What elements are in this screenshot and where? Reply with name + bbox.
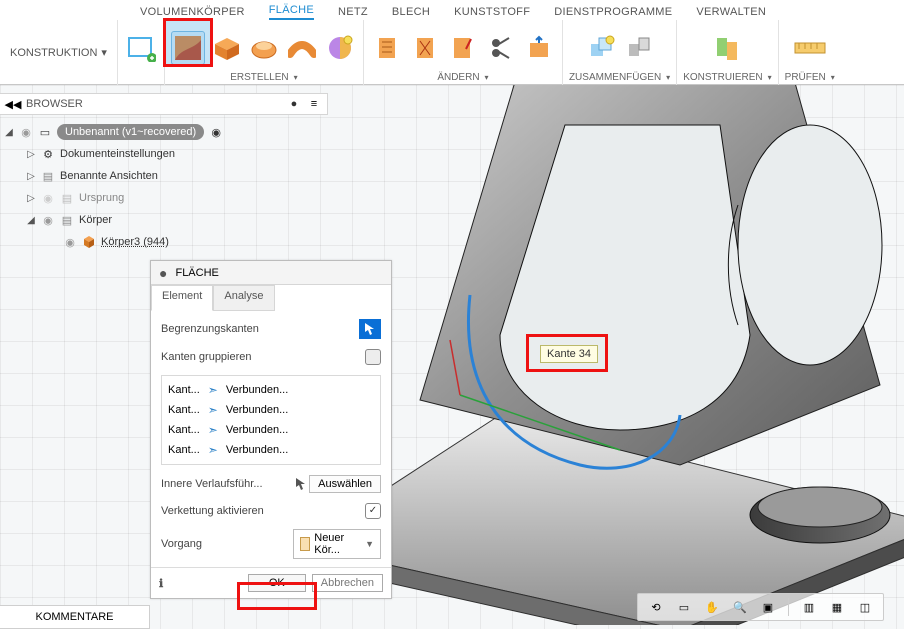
sweep-tool[interactable] bbox=[285, 31, 319, 65]
folder-icon: ▤ bbox=[41, 169, 55, 183]
pan-icon[interactable]: ✋ bbox=[702, 598, 722, 616]
gear-icon: ⚙ bbox=[41, 147, 55, 161]
group-zusammen-label[interactable]: ZUSAMMENFÜGEN bbox=[569, 72, 670, 83]
patch-panel: ● FLÄCHE Element Analyse Begrenzungskant… bbox=[150, 260, 392, 599]
operation-label: Vorgang bbox=[161, 538, 202, 550]
folder-icon: ▤ bbox=[60, 213, 74, 227]
ribbon-tab-kunststoff[interactable]: KUNSTSTOFF bbox=[454, 4, 530, 20]
tree-caret[interactable]: ◢ bbox=[4, 127, 14, 138]
chain-icon: ➣ bbox=[208, 403, 218, 417]
view-toolbar: ⟲ ▭ ✋ 🔍 ▣ ▥ ▦ ◫ bbox=[637, 593, 884, 621]
chain-icon: ➣ bbox=[208, 443, 218, 457]
tree-item-bodies[interactable]: Körper bbox=[79, 214, 112, 226]
comments-bar[interactable]: KOMMENTARE bbox=[0, 605, 150, 629]
visibility-icon[interactable]: ◉ bbox=[63, 235, 77, 249]
modify-tool-5[interactable] bbox=[522, 31, 556, 65]
zoom-icon[interactable]: 🔍 bbox=[730, 598, 750, 616]
highlight-ok bbox=[237, 582, 317, 610]
3d-model[interactable] bbox=[320, 85, 904, 625]
tree-caret[interactable]: ▷ bbox=[26, 149, 36, 160]
group-erstellen-label[interactable]: ERSTELLEN bbox=[230, 72, 297, 83]
panel-pin-icon[interactable]: ● bbox=[159, 265, 167, 281]
ribbon-tab-verwalten[interactable]: VERWALTEN bbox=[696, 4, 766, 20]
cursor-icon bbox=[295, 477, 307, 491]
inner-label: Innere Verlaufsführ... bbox=[161, 478, 263, 490]
assemble-tool-1[interactable] bbox=[584, 31, 618, 65]
doc-icon: ▭ bbox=[38, 125, 52, 139]
browser-menu-icon[interactable]: ≡ bbox=[307, 97, 321, 111]
tree-caret[interactable]: ◢ bbox=[26, 215, 36, 226]
panel-title: FLÄCHE bbox=[175, 267, 218, 279]
chain-icon: ➣ bbox=[208, 383, 218, 397]
chain-list: Kant...➣Verbunden... Kant...➣Verbunden..… bbox=[161, 375, 381, 465]
display-icon[interactable]: ▥ bbox=[799, 598, 819, 616]
body-icon bbox=[82, 235, 96, 249]
active-radio-icon[interactable]: ◉ bbox=[209, 125, 223, 139]
chain-checkbox[interactable] bbox=[365, 503, 381, 519]
select-inner-button[interactable]: Auswählen bbox=[309, 475, 381, 493]
group-konstruieren-label[interactable]: KONSTRUIEREN bbox=[683, 72, 771, 83]
construction-dropdown[interactable]: KONSTRUKTION ▾ bbox=[0, 20, 117, 85]
visibility-icon[interactable]: ◉ bbox=[41, 191, 55, 205]
highlight-tooltip bbox=[526, 334, 608, 372]
orbit-icon[interactable]: ⟲ bbox=[646, 598, 666, 616]
browser-tree: ◢ ◉ ▭ Unbenannt (v1~recovered) ◉ ▷ ⚙ Dok… bbox=[0, 115, 328, 253]
group-label bbox=[140, 72, 143, 83]
viewports-icon[interactable]: ◫ bbox=[855, 598, 875, 616]
construct-tool[interactable] bbox=[710, 31, 744, 65]
measure-tool[interactable] bbox=[793, 31, 827, 65]
boundary-label: Begrenzungskanten bbox=[161, 323, 259, 335]
chain-row[interactable]: Kant...➣Verbunden... bbox=[162, 400, 380, 420]
chain-label: Verkettung aktivieren bbox=[161, 505, 264, 517]
modify-tool-3[interactable] bbox=[446, 31, 480, 65]
ribbon: VOLUMENKÖRPER FLÄCHE NETZ BLECH KUNSTSTO… bbox=[0, 0, 904, 85]
select-boundary-button[interactable] bbox=[359, 319, 381, 339]
ribbon-tab-dienstprogramme[interactable]: DIENSTPROGRAMME bbox=[554, 4, 672, 20]
group-aendern-label[interactable]: ÄNDERN bbox=[437, 72, 488, 83]
ribbon-tab-netz[interactable]: NETZ bbox=[338, 4, 368, 20]
construction-label: KONSTRUKTION bbox=[10, 47, 97, 59]
ribbon-tab-blech[interactable]: BLECH bbox=[392, 4, 430, 20]
group-pruefen-label[interactable]: PRÜFEN bbox=[785, 72, 835, 83]
tree-caret[interactable]: ▷ bbox=[26, 193, 36, 204]
chain-row[interactable]: Kant...➣Verbunden... bbox=[162, 440, 380, 460]
assemble-tool-2[interactable] bbox=[622, 31, 656, 65]
grid-icon[interactable]: ▦ bbox=[827, 598, 847, 616]
revolve-tool[interactable] bbox=[247, 31, 281, 65]
modify-tool-1[interactable] bbox=[370, 31, 404, 65]
info-icon[interactable]: ℹ bbox=[159, 577, 242, 590]
browser-panel: ◀◀ BROWSER ● ≡ ◢ ◉ ▭ Unbenannt (v1~recov… bbox=[0, 93, 328, 253]
group-edges-checkbox[interactable] bbox=[365, 349, 381, 365]
visibility-icon[interactable]: ◉ bbox=[19, 125, 33, 139]
loft-tool[interactable] bbox=[323, 31, 357, 65]
ribbon-tab-flaeche[interactable]: FLÄCHE bbox=[269, 2, 314, 20]
visibility-icon[interactable]: ◉ bbox=[41, 213, 55, 227]
panel-tab-element[interactable]: Element bbox=[151, 285, 213, 311]
modify-tool-2[interactable] bbox=[408, 31, 442, 65]
cancel-button[interactable]: Abbrechen bbox=[312, 574, 383, 592]
chain-row[interactable]: Kant...➣Verbunden... bbox=[162, 420, 380, 440]
panel-tab-analyse[interactable]: Analyse bbox=[213, 285, 274, 311]
chain-icon: ➣ bbox=[208, 423, 218, 437]
chain-row[interactable]: Kant...➣Verbunden... bbox=[162, 380, 380, 400]
folder-icon: ▤ bbox=[60, 191, 74, 205]
extrude-tool[interactable] bbox=[209, 31, 243, 65]
highlight-tool bbox=[163, 18, 213, 67]
group-edges-label: Kanten gruppieren bbox=[161, 351, 252, 363]
split-tool[interactable] bbox=[484, 31, 518, 65]
operation-select[interactable]: Neuer Kör... ▼ bbox=[293, 529, 382, 559]
browser-collapse-icon[interactable]: ◀◀ bbox=[6, 97, 20, 111]
tree-item-body1[interactable]: Körper3 (944) bbox=[101, 236, 169, 248]
tree-item-origin[interactable]: Ursprung bbox=[79, 192, 124, 204]
browser-title: BROWSER bbox=[26, 98, 281, 110]
tree-root[interactable]: Unbenannt (v1~recovered) bbox=[57, 124, 204, 140]
lookat-icon[interactable]: ▭ bbox=[674, 598, 694, 616]
fit-icon[interactable]: ▣ bbox=[758, 598, 778, 616]
sketch-icon[interactable] bbox=[124, 31, 158, 65]
tree-item-views[interactable]: Benannte Ansichten bbox=[60, 170, 158, 182]
cube-icon bbox=[300, 537, 311, 551]
tree-item-doc[interactable]: Dokumenteinstellungen bbox=[60, 148, 175, 160]
tree-caret[interactable]: ▷ bbox=[26, 171, 36, 182]
browser-pin-icon[interactable]: ● bbox=[287, 97, 301, 111]
